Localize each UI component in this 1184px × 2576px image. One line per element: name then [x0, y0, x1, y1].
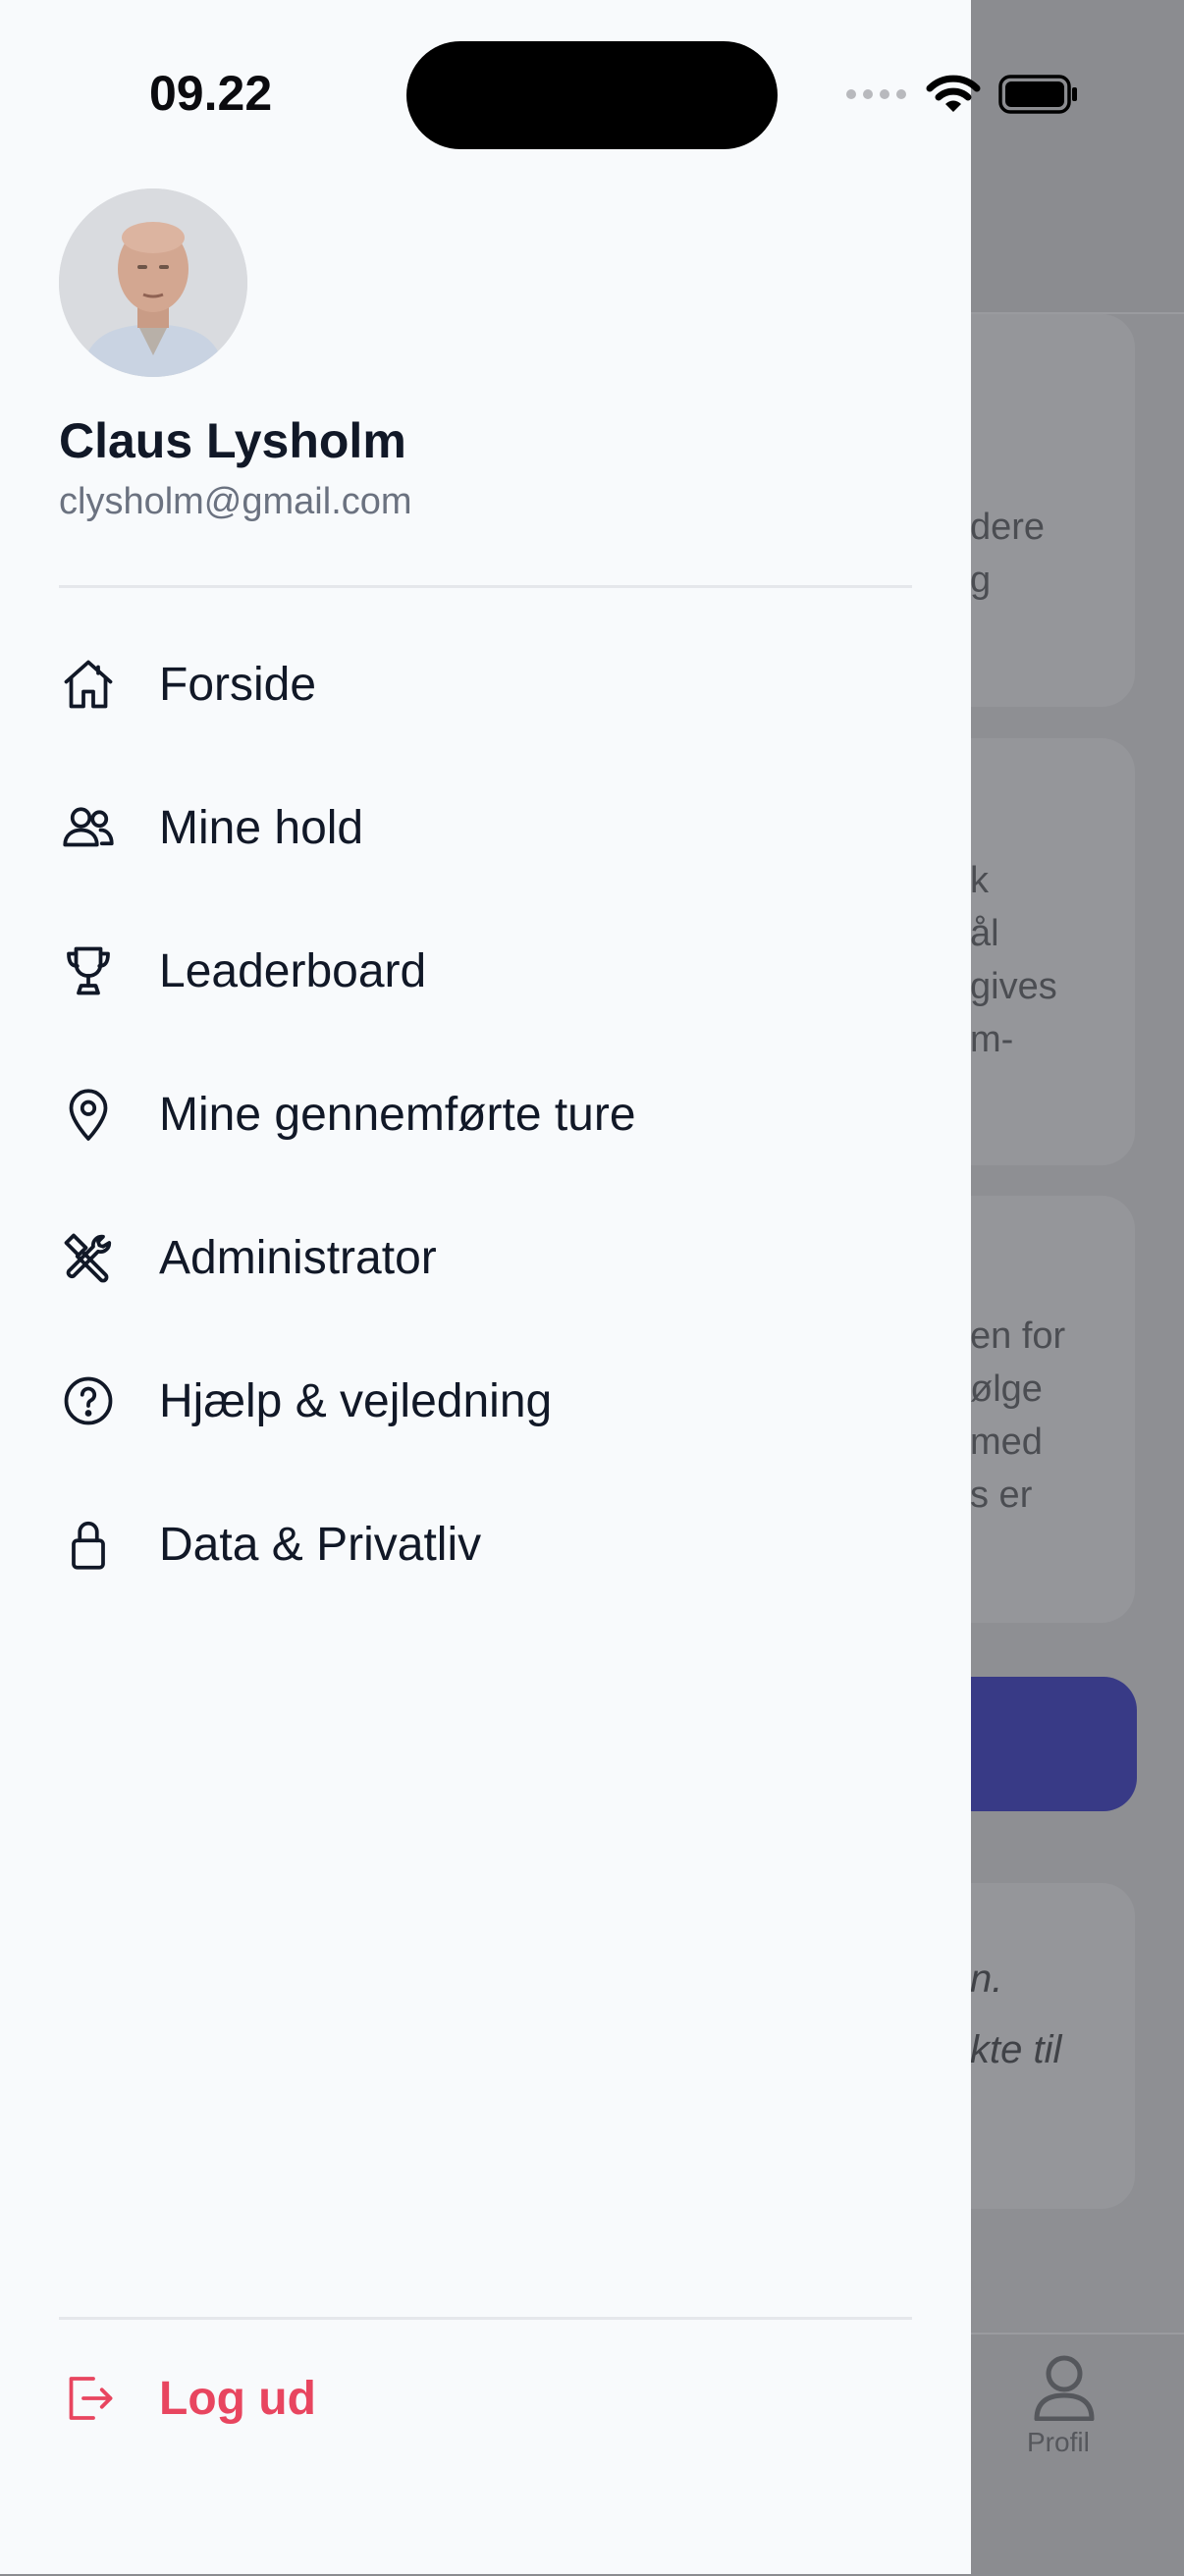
navigation-drawer: Claus Lysholm clysholm@gmail.com Forside…	[0, 0, 971, 2574]
lock-icon	[59, 1515, 118, 1574]
logout-label: Log ud	[159, 2372, 316, 2425]
users-icon	[59, 798, 118, 857]
background-card-text: en for ølge med s er	[970, 1315, 1066, 1516]
background-card-text: dere g	[970, 507, 1046, 601]
status-icons	[846, 73, 1079, 116]
menu-item-forside[interactable]: Forside	[59, 630, 912, 738]
battery-icon	[998, 75, 1077, 114]
menu-item-leaderboard[interactable]: Leaderboard	[59, 917, 912, 1025]
avatar-photo	[59, 188, 247, 377]
menu-item-mine-hold[interactable]: Mine hold	[59, 774, 912, 882]
background-quote-text: n. kte til	[970, 1958, 1062, 2071]
tab-profile-label[interactable]: Profil	[1027, 2427, 1090, 2458]
background-card-text: k ål gives m-	[970, 860, 1057, 1060]
wifi-icon	[926, 75, 981, 112]
menu-item-label: Administrator	[159, 1231, 437, 1284]
dynamic-island	[406, 41, 778, 149]
user-name: Claus Lysholm	[59, 413, 406, 468]
logout-button[interactable]: Log ud	[59, 2344, 912, 2452]
menu-item-mine-gennemforte-ture[interactable]: Mine gennemførte ture	[59, 1060, 912, 1168]
menu-item-label: Data & Privatliv	[159, 1518, 482, 1571]
divider	[59, 585, 912, 588]
menu-item-administrator[interactable]: Administrator	[59, 1204, 912, 1312]
tools-icon	[59, 1228, 118, 1287]
cellular-signal-icon	[846, 89, 906, 99]
map-pin-icon	[59, 1085, 118, 1144]
status-time: 09.22	[149, 66, 273, 121]
menu-item-data-privatliv[interactable]: Data & Privatliv	[59, 1490, 912, 1598]
help-circle-icon	[59, 1371, 118, 1430]
profile-icon[interactable]	[1033, 2354, 1096, 2421]
menu-item-hjaelp-vejledning[interactable]: Hjælp & vejledning	[59, 1347, 912, 1455]
menu-item-label: Hjælp & vejledning	[159, 1374, 553, 1427]
menu-item-label: Forside	[159, 658, 317, 711]
avatar[interactable]	[59, 188, 247, 377]
menu-item-label: Mine hold	[159, 801, 364, 854]
menu-item-label: Leaderboard	[159, 944, 427, 997]
menu-item-label: Mine gennemførte ture	[159, 1088, 636, 1141]
trophy-icon	[59, 941, 118, 1000]
user-email: clysholm@gmail.com	[59, 481, 412, 522]
logout-icon	[59, 2369, 118, 2428]
home-icon	[59, 655, 118, 714]
divider	[59, 2317, 912, 2320]
